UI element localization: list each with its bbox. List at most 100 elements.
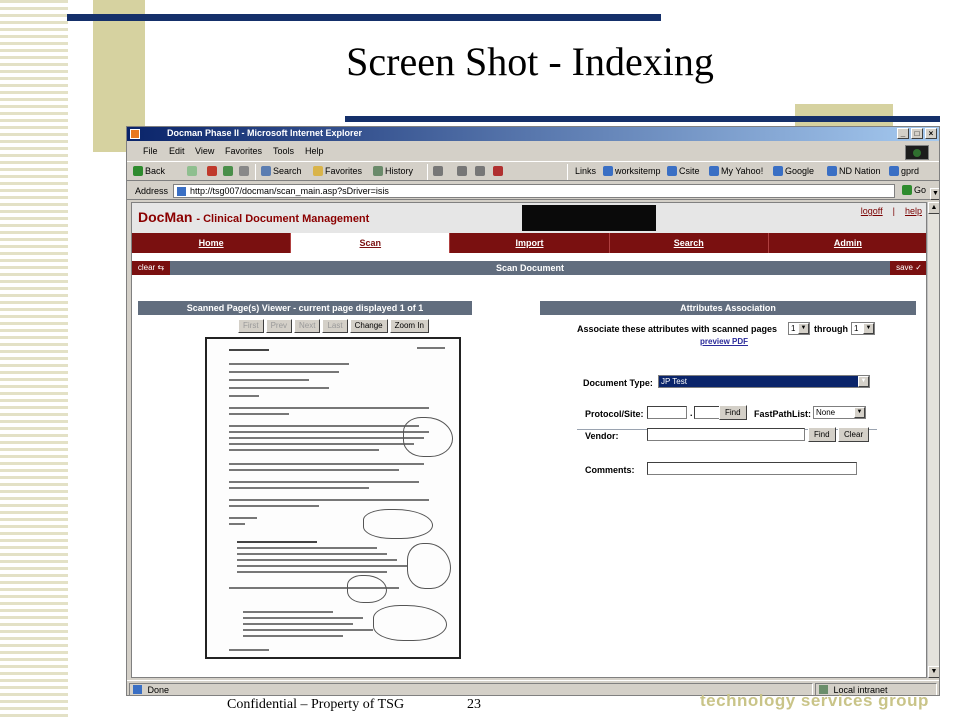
clear-button[interactable]: clear ⇆	[132, 261, 170, 275]
forward-arrow-icon	[187, 166, 197, 176]
standard-toolbar: Back Search Favorites History Links work…	[127, 161, 939, 181]
slide-page-number: 23	[467, 697, 481, 712]
page-viewport: DocMan - Clinical Document Management lo…	[131, 202, 927, 678]
vendor-find-button[interactable]: Find	[808, 427, 836, 442]
vendor-input[interactable]	[647, 428, 805, 441]
link-google[interactable]: Google	[773, 166, 814, 176]
document-type-label: Document Type:	[583, 378, 653, 388]
prev-page-button[interactable]: Prev	[265, 319, 293, 333]
to-page-select[interactable]: 1 ▼	[851, 322, 875, 335]
go-arrow-icon	[902, 185, 912, 195]
page-icon	[773, 166, 783, 176]
search-button[interactable]: Search	[261, 166, 302, 176]
viewer-panel-header: Scanned Page(s) Viewer - current page di…	[138, 301, 472, 315]
preview-pdf-link[interactable]: preview PDF	[700, 337, 748, 346]
section-title: Scan Document	[495, 263, 564, 273]
stop-icon	[207, 166, 217, 176]
home-button[interactable]	[239, 166, 249, 176]
ie-app-icon	[130, 129, 140, 139]
nav-tab-import[interactable]: Import	[450, 233, 610, 253]
back-arrow-icon	[133, 166, 143, 176]
document-type-select[interactable]: JP Test ▼	[658, 375, 870, 388]
address-bar: Address http://tsg007/docman/scan_main.a…	[127, 182, 939, 200]
dropdown-arrow-icon: ▼	[858, 376, 869, 387]
comments-label: Comments:	[585, 465, 635, 475]
discuss-button[interactable]	[493, 166, 503, 176]
menu-help[interactable]: Help	[305, 146, 324, 156]
maximize-button[interactable]: □	[911, 128, 923, 139]
comments-input[interactable]	[647, 462, 857, 475]
link-gprd[interactable]: gprd	[889, 166, 919, 176]
forward-button[interactable]	[187, 166, 197, 176]
back-button[interactable]: Back	[133, 166, 165, 176]
link-worksitemp[interactable]: worksitemp	[603, 166, 661, 176]
menu-favorites[interactable]: Favorites	[225, 146, 262, 156]
menu-tools[interactable]: Tools	[273, 146, 294, 156]
scroll-up-arrow-icon[interactable]: ▲	[928, 202, 939, 214]
change-button[interactable]: Change	[349, 319, 388, 333]
decorative-navy-bar	[67, 14, 661, 21]
favorites-button[interactable]: Favorites	[313, 166, 362, 176]
refresh-button[interactable]	[223, 166, 233, 176]
minimize-button[interactable]: _	[897, 128, 909, 139]
link-my-yahoo[interactable]: My Yahoo!	[709, 166, 763, 176]
nav-tab-search[interactable]: Search	[610, 233, 769, 253]
address-label: Address	[135, 186, 169, 196]
menu-edit[interactable]: Edit	[169, 146, 185, 156]
go-button[interactable]: Go	[902, 185, 926, 195]
history-button[interactable]: History	[373, 166, 413, 176]
from-page-select[interactable]: 1 ▼	[788, 322, 810, 335]
close-button[interactable]: ×	[925, 128, 937, 139]
attributes-panel-header: Attributes Association	[540, 301, 916, 315]
link-nd-nation[interactable]: ND Nation	[827, 166, 881, 176]
header-link-separator: |	[892, 206, 895, 216]
help-link[interactable]: help	[905, 206, 922, 216]
scanned-page-image[interactable]	[205, 337, 461, 659]
stop-button[interactable]	[207, 166, 217, 176]
refresh-icon	[223, 166, 233, 176]
protocol-input[interactable]	[647, 406, 687, 419]
through-label: through	[814, 324, 848, 334]
save-check-icon: ✓	[915, 263, 922, 272]
fastpath-select[interactable]: None ▼	[813, 406, 866, 419]
nav-tab-scan[interactable]: Scan	[291, 233, 451, 253]
address-input[interactable]: http://tsg007/docman/scan_main.asp?sDriv…	[173, 184, 939, 200]
page-icon	[603, 166, 613, 176]
menu-bar: File Edit View Favorites Tools Help	[127, 143, 939, 160]
menu-file[interactable]: File	[143, 146, 158, 156]
scroll-down-arrow-icon[interactable]: ▼	[928, 666, 939, 678]
protocol-find-button[interactable]: Find	[719, 405, 747, 420]
nav-tab-admin[interactable]: Admin	[769, 233, 926, 253]
address-dropdown-icon[interactable]: ▼	[930, 188, 939, 200]
print-button[interactable]	[457, 166, 467, 176]
edit-button[interactable]	[475, 166, 485, 176]
vertical-scrollbar[interactable]: ▲ ▼	[927, 202, 939, 678]
discuss-icon	[493, 166, 503, 176]
links-label: Links	[575, 166, 597, 176]
page-icon	[667, 166, 677, 176]
last-page-button[interactable]: Last	[322, 319, 348, 333]
clear-arrow-icon: ⇆	[157, 263, 165, 272]
next-page-button[interactable]: Next	[294, 319, 321, 333]
ie-throbber-logo	[905, 145, 929, 160]
vendor-clear-button[interactable]: Clear	[838, 427, 870, 442]
zoom-in-button[interactable]: Zoom In	[389, 319, 429, 333]
favorites-icon	[313, 166, 323, 176]
fastpath-label: FastPathList:	[754, 409, 812, 419]
logoff-link[interactable]: logoff	[861, 206, 883, 216]
nav-tab-home[interactable]: Home	[132, 233, 292, 253]
page-icon	[889, 166, 899, 176]
first-page-button[interactable]: First	[238, 319, 264, 333]
search-icon	[261, 166, 271, 176]
menu-view[interactable]: View	[195, 146, 214, 156]
main-nav: Home Scan Import Search Admin	[132, 233, 926, 253]
save-button[interactable]: save ✓	[890, 261, 926, 275]
mail-button[interactable]	[433, 166, 443, 176]
page-done-icon	[133, 685, 142, 694]
site-input[interactable]	[694, 406, 720, 419]
link-csite[interactable]: Csite	[667, 166, 700, 176]
page-icon	[709, 166, 719, 176]
dropdown-arrow-icon: ▼	[863, 323, 874, 334]
edit-icon	[475, 166, 485, 176]
page-icon	[827, 166, 837, 176]
